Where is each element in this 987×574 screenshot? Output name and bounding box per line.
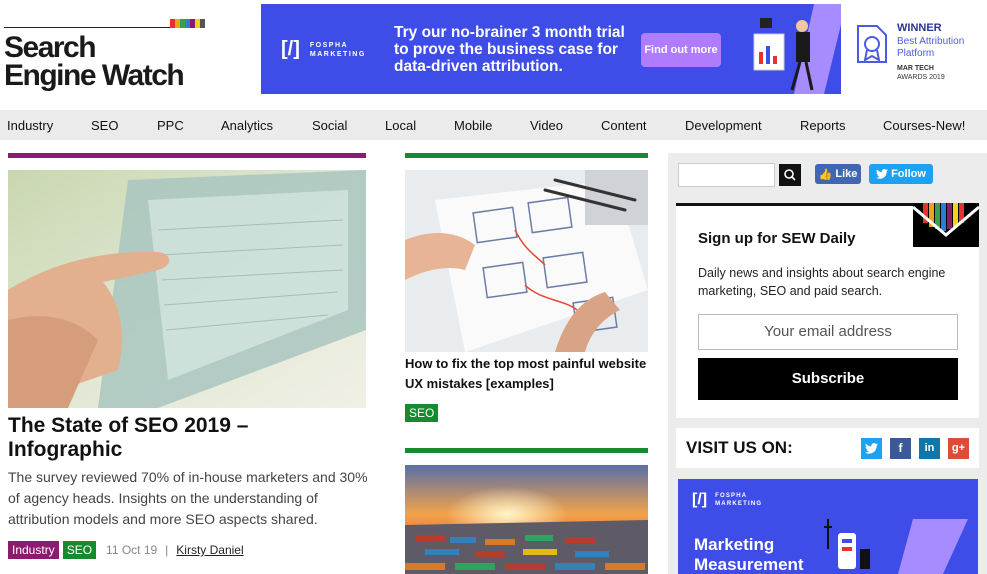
nav-item-mobile[interactable]: Mobile: [454, 118, 492, 133]
ad-headline-line1: Marketing: [694, 535, 775, 554]
envelope-icon: [913, 203, 979, 247]
award-medal-icon: [857, 25, 887, 63]
logo-line-2: Engine Watch: [4, 59, 185, 92]
newsletter-signup-panel: Sign up for SEW Daily Daily news and ins…: [676, 203, 979, 418]
article-date: 11 Oct 19: [106, 543, 158, 557]
hero-article-meta: Industry SEO 11 Oct 19 | Kirsty Daniel: [8, 541, 244, 559]
tag-industry[interactable]: Industry: [8, 541, 59, 559]
find-out-more-button[interactable]: Find out more: [641, 33, 721, 67]
award-title: WINNER: [897, 22, 942, 34]
award-org-line2: AWARDS 2019: [897, 74, 945, 81]
twitter-bird-glyph: [865, 443, 878, 454]
nav-item-reports[interactable]: Reports: [800, 118, 846, 133]
author-link[interactable]: Kirsty Daniel: [176, 543, 243, 557]
sidebar-ad[interactable]: [/] FOSPHA MARKETING Marketing Measurement: [678, 479, 978, 574]
search-button[interactable]: [779, 164, 801, 186]
twitter-icon[interactable]: [861, 438, 882, 459]
ad-headline-line2: Measurement: [694, 555, 804, 574]
search-icon: [784, 169, 796, 181]
nav-item-seo[interactable]: SEO: [91, 118, 118, 133]
facebook-like-label: Like: [835, 168, 858, 180]
hero-article-title[interactable]: The State of SEO 2019 – Infographic: [8, 414, 368, 462]
tablet-photo: [8, 170, 366, 408]
tag-seo[interactable]: SEO: [405, 404, 439, 422]
site-logo[interactable]: Search Engine Watch: [4, 18, 216, 98]
facebook-like-button[interactable]: 👍 Like: [815, 164, 861, 184]
mid-category-rule-2: [405, 448, 648, 453]
nav-item-video[interactable]: Video: [530, 118, 563, 133]
fospha-mark-icon: [/]: [692, 491, 708, 508]
nav-item-industry[interactable]: Industry: [7, 118, 53, 133]
wireframe-photo: [405, 170, 648, 352]
nav-item-social[interactable]: Social: [312, 118, 347, 133]
visit-us-panel: VISIT US ON: f in g+: [676, 428, 979, 468]
nav-item-content[interactable]: Content: [601, 118, 647, 133]
hero-article-image[interactable]: [8, 170, 366, 408]
ux-article-title[interactable]: How to fix the top most painful website …: [405, 354, 655, 394]
tag-seo[interactable]: SEO: [62, 541, 97, 559]
award-subtitle: Best Attribution Platform: [897, 36, 965, 59]
google-plus-icon[interactable]: g+: [948, 438, 969, 459]
fospha-brand-line2: MARKETING: [715, 501, 763, 507]
nav-item-development[interactable]: Development: [685, 118, 762, 133]
award-badge: WINNER Best Attribution Platform MAR TEC…: [841, 4, 987, 94]
hero-category-rule: [8, 153, 366, 158]
award-org-line1: MAR TECH: [897, 65, 934, 72]
twitter-bird-icon: [876, 169, 889, 179]
nav-item-analytics[interactable]: Analytics: [221, 118, 273, 133]
port-article-image[interactable]: [405, 465, 648, 574]
hero-article-summary: The survey reviewed 70% of in-house mark…: [8, 469, 368, 527]
fospha-brand-line1: FOSPHA: [715, 493, 748, 499]
logo-line-1: Search: [4, 31, 97, 64]
subscribe-button[interactable]: Subscribe: [698, 358, 958, 400]
main-nav: Industry SEO PPC Analytics Social Local …: [0, 110, 987, 140]
logo-stripe-6: [200, 19, 205, 28]
email-field[interactable]: Your email address: [698, 314, 958, 350]
nav-item-ppc[interactable]: PPC: [157, 118, 184, 133]
nav-item-courses[interactable]: Courses-New!: [883, 118, 965, 133]
ux-article-image[interactable]: [405, 170, 648, 352]
ux-article-tags: SEO: [405, 404, 439, 422]
thumbs-up-icon: 👍: [818, 168, 833, 181]
meta-separator: |: [165, 543, 169, 557]
banner-headline: Try our no-brainer 3 month trial to prov…: [394, 24, 625, 75]
signup-description: Daily news and insights about search eng…: [698, 266, 946, 298]
signup-title: Sign up for SEW Daily: [698, 230, 856, 247]
facebook-icon[interactable]: f: [890, 438, 911, 459]
logo-rule: [4, 27, 170, 28]
fospha-logo: [/] FOSPHA MARKETING: [692, 491, 762, 509]
visit-us-label: VISIT US ON:: [686, 438, 793, 457]
banner-illustration: [753, 4, 846, 94]
nav-item-local[interactable]: Local: [385, 118, 416, 133]
mid-category-rule-1: [405, 153, 648, 158]
fospha-brand-line2: MARKETING: [309, 50, 366, 58]
port-sunset-photo: [405, 465, 648, 574]
top-banner-ad[interactable]: [/] FOSPHA MARKETING Try our no-brainer 3…: [261, 4, 987, 94]
fospha-logo: [/] FOSPHA MARKETING: [281, 38, 366, 61]
twitter-follow-label: Follow: [891, 168, 926, 180]
linkedin-icon[interactable]: in: [919, 438, 940, 459]
search-input[interactable]: [678, 163, 775, 187]
ad-illustration: [824, 519, 968, 574]
fospha-brand-line1: FOSPHA: [309, 41, 349, 49]
logo-stripes: [170, 19, 205, 28]
fospha-mark-icon: [/]: [281, 38, 300, 60]
twitter-follow-button[interactable]: Follow: [869, 164, 933, 184]
